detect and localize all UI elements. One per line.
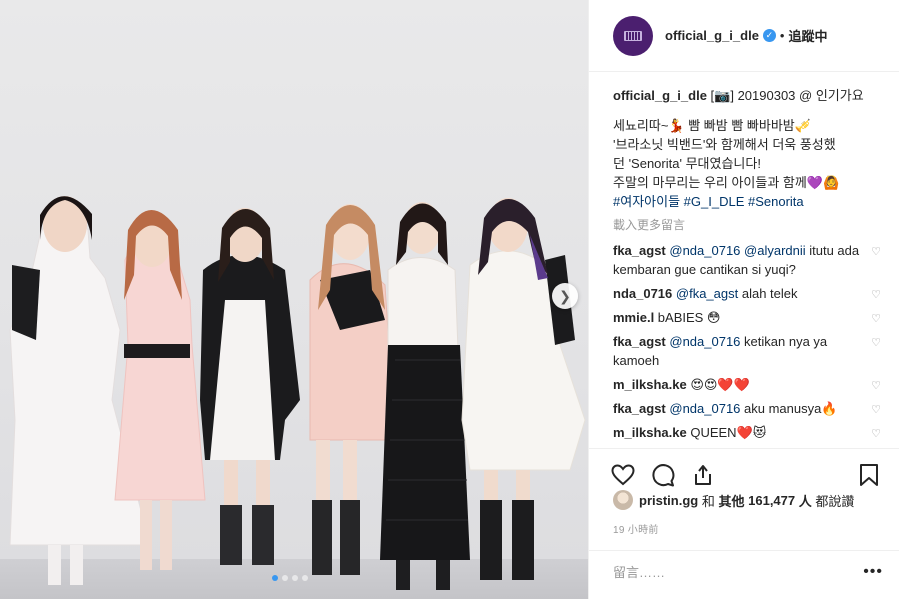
comment-text: bABIES 😳: [654, 310, 721, 325]
likes-summary: pristin.gg 和 其他 161,477 人 都說讚: [613, 490, 883, 510]
verified-badge-icon: ✓: [762, 29, 776, 42]
post-header: official_g_i_dle ✓ • 追蹤中: [589, 0, 899, 72]
hashtag-link[interactable]: #여자아이들: [613, 194, 680, 209]
caption-line-4: 던 'Senorita' 무대였습니다!: [613, 156, 761, 171]
comment-mention[interactable]: @fka_agst: [676, 286, 738, 301]
comments-area[interactable]: official_g_i_dle [📷] 20190303 @ 인기가요 세뇨리…: [589, 72, 899, 446]
load-more-comments-button[interactable]: 載入更多留言: [613, 216, 883, 233]
comment-input[interactable]: 留言……: [613, 562, 863, 581]
comment-item: m_ilksha.ke QUEEN❤️😻 ♡: [613, 423, 883, 442]
group-photo-illustration: [9, 196, 586, 590]
hashtag-link[interactable]: #Senorita: [748, 194, 804, 209]
comment-username[interactable]: fka_agst: [613, 334, 666, 349]
heart-outline-icon[interactable]: ♡: [871, 286, 881, 305]
comment-username[interactable]: nda_0716: [613, 286, 672, 301]
liker-username[interactable]: pristin.gg: [639, 493, 698, 508]
post-timestamp[interactable]: 19 小時前: [613, 521, 659, 536]
carousel-dot: [292, 575, 298, 581]
action-bar: [589, 448, 899, 492]
carousel-dot: [282, 575, 288, 581]
post-photo[interactable]: ❯: [0, 0, 588, 599]
member-6-figure: [461, 198, 586, 580]
heart-outline-icon[interactable]: ♡: [871, 401, 881, 420]
comment-text: alah telek: [738, 286, 798, 301]
comment-username[interactable]: fka_agst: [613, 401, 666, 416]
bookmark-icon: [860, 463, 878, 486]
heart-outline-icon[interactable]: ♡: [871, 334, 881, 353]
carousel-indicator: [272, 575, 308, 581]
more-options-icon[interactable]: •••: [863, 563, 883, 581]
caption-username[interactable]: official_g_i_dle: [613, 88, 707, 103]
like-button[interactable]: [609, 461, 637, 489]
comment-item: fka_agst @nda_0716 ketikan nya ya kamoeh…: [613, 332, 883, 370]
add-comment-bar: 留言…… •••: [589, 550, 899, 592]
header-username[interactable]: official_g_i_dle: [665, 28, 759, 43]
comment-button[interactable]: [649, 461, 677, 489]
avatar[interactable]: [613, 15, 653, 56]
heart-outline-icon[interactable]: ♡: [871, 425, 881, 444]
comment-item: nda_0716 @fka_agst alah telek ♡: [613, 284, 883, 303]
heart-outline-icon[interactable]: ♡: [871, 243, 881, 262]
caption-line-1: [📷] 20190303 @ 인기가요: [710, 88, 864, 103]
comment-item: fka_agst @nda_0716 @alyardnii itutu ada …: [613, 241, 883, 279]
heart-icon: [611, 463, 635, 485]
member-5-figure: [380, 202, 470, 590]
likes-verb: 都說讚: [815, 493, 855, 509]
comment-text: QUEEN❤️😻: [686, 425, 767, 440]
comment-item: fka_agst @nda_0716 aku manusya🔥 ♡: [613, 399, 883, 418]
comment-username[interactable]: m_ilksha.ke: [613, 377, 687, 392]
comment-item: m_ilksha.ke 😍😍❤️❤️ ♡: [613, 375, 883, 394]
member-3-figure: [200, 208, 300, 565]
heart-outline-icon[interactable]: ♡: [871, 377, 881, 396]
following-button[interactable]: 追蹤中: [788, 26, 827, 45]
caption-line-3: '브라소닛 빅밴드'와 함께해서 더욱 풍성했: [613, 137, 836, 152]
brand-logo-icon: [624, 30, 642, 41]
post-side-panel: official_g_i_dle ✓ • 追蹤中 official_g_i_dl…: [588, 0, 899, 599]
heart-outline-icon[interactable]: ♡: [871, 310, 881, 329]
comment-mention[interactable]: @nda_0716: [669, 401, 740, 416]
hashtag-link[interactable]: #G_I_DLE: [684, 194, 745, 209]
post-view: ❯ official_g_i_dle ✓ • 追蹤中 official_g_i_…: [0, 0, 899, 599]
share-icon: [695, 464, 711, 485]
comment-username[interactable]: fka_agst: [613, 243, 666, 258]
comment-item: mmie.l bABIES 😳 ♡: [613, 308, 883, 327]
carousel-dot: [302, 575, 308, 581]
post-caption: official_g_i_dle [📷] 20190303 @ 인기가요 세뇨리…: [613, 86, 883, 211]
likes-others-suffix[interactable]: 人: [799, 491, 812, 510]
likes-and: 和: [701, 493, 715, 509]
caption-line-2: 세뇨리따~💃 빰 빠밤 빰 빠바바밤🎺: [613, 118, 811, 133]
comment-bubble-icon: [652, 463, 675, 486]
comment-text: 😍😍❤️❤️: [686, 377, 750, 392]
comment-username[interactable]: mmie.l: [613, 310, 654, 325]
likes-others-prefix[interactable]: 其他: [718, 491, 744, 510]
likes-count[interactable]: 161,477: [748, 493, 795, 508]
header-separator: •: [779, 28, 785, 43]
carousel-next-button[interactable]: ❯: [552, 283, 578, 309]
comment-mention[interactable]: @nda_0716 @alyardnii: [669, 243, 805, 258]
save-button[interactable]: [855, 461, 883, 489]
comment-text: aku manusya🔥: [740, 401, 838, 416]
caption-line-5: 주말의 마무리는 우리 아이들과 함께💜🙆: [613, 175, 840, 190]
chevron-right-icon: ❯: [559, 287, 571, 304]
carousel-dot: [272, 575, 278, 581]
share-button[interactable]: [689, 461, 717, 489]
liker-avatar[interactable]: [613, 490, 633, 510]
comment-mention[interactable]: @nda_0716: [669, 334, 740, 349]
comment-username[interactable]: m_ilksha.ke: [613, 425, 687, 440]
